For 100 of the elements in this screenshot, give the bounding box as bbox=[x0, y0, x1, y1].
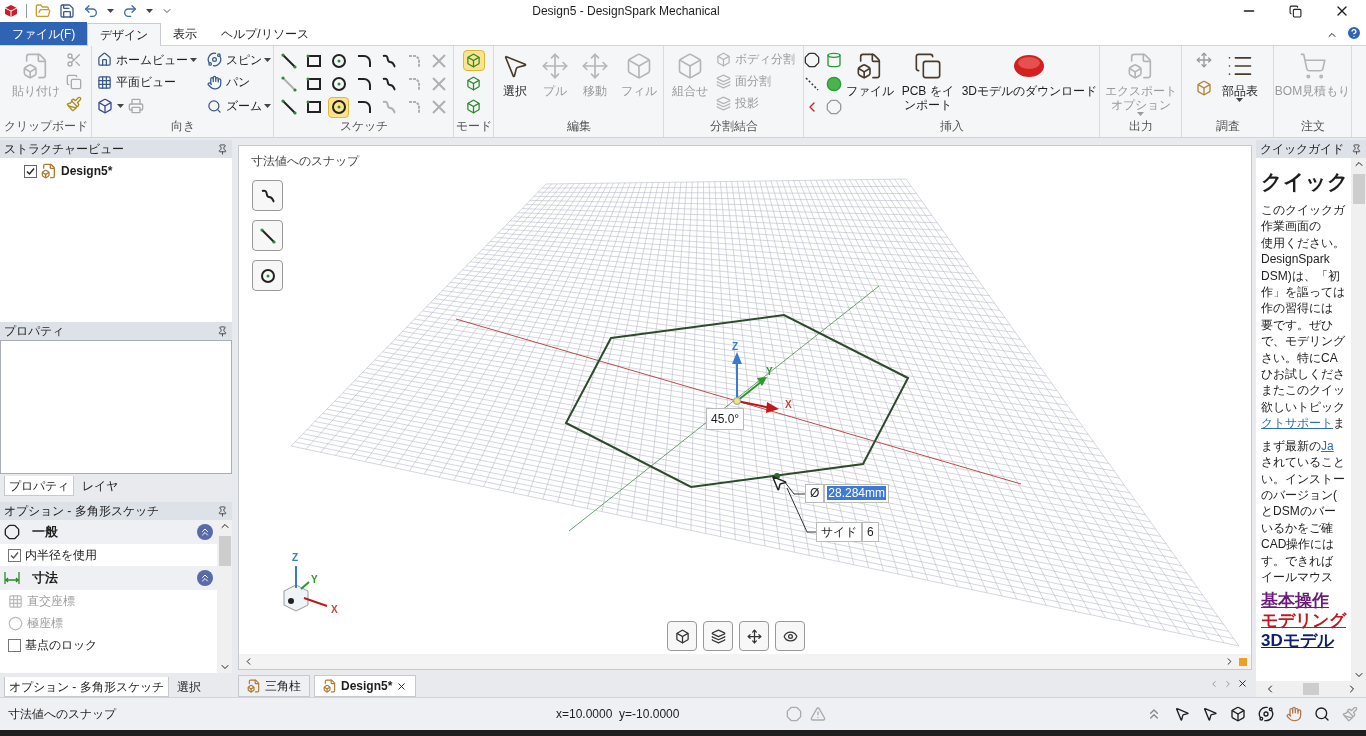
axis-label: Z bbox=[732, 341, 739, 352]
viewport-tool-button[interactable] bbox=[252, 220, 283, 251]
pointer-icon[interactable] bbox=[1202, 706, 1218, 722]
close-icon[interactable] bbox=[1237, 678, 1248, 689]
view-triad-drawing[interactable] bbox=[283, 565, 328, 612]
tool-button[interactable]: スピン bbox=[204, 48, 264, 71]
panel-tab[interactable]: 選択 bbox=[172, 677, 205, 697]
tool-button[interactable]: 平面ビュー bbox=[94, 71, 197, 94]
panel-tab[interactable]: レイヤ bbox=[78, 476, 122, 496]
ribbon-tab[interactable]: ファイル(F) bbox=[0, 22, 88, 45]
part-icon bbox=[323, 679, 337, 693]
pin-icon[interactable] bbox=[1351, 143, 1362, 155]
tool-button[interactable]: パン bbox=[204, 71, 271, 94]
cube-icon[interactable] bbox=[96, 97, 113, 114]
guide-link[interactable]: クトサポート bbox=[1261, 416, 1333, 431]
pointer-icon[interactable] bbox=[1174, 706, 1190, 722]
caret-icon bbox=[263, 104, 271, 109]
toolbar-button[interactable] bbox=[703, 621, 733, 651]
sketch-tool-button[interactable] bbox=[328, 96, 349, 118]
tool-button[interactable]: ホームビュー bbox=[94, 48, 190, 71]
checkbox[interactable] bbox=[8, 548, 21, 562]
window-title: Design5 - DesignSpark Mechanical bbox=[531, 3, 721, 20]
line-icon bbox=[279, 74, 298, 93]
scroll-thumb[interactable] bbox=[1303, 683, 1319, 695]
toolbar-button[interactable] bbox=[775, 621, 805, 651]
pin-icon[interactable] bbox=[217, 325, 228, 337]
panel-title: クイックガイド bbox=[1260, 141, 1344, 158]
brush-icon[interactable] bbox=[65, 96, 82, 112]
ribbon-tab[interactable]: ヘルプ/リソース bbox=[209, 22, 321, 45]
viewport-tool-button[interactable] bbox=[252, 260, 283, 291]
cylinder-icon[interactable] bbox=[825, 52, 842, 68]
status-message: 寸法値へのスナップ bbox=[8, 706, 116, 723]
orbit-icon[interactable] bbox=[1258, 706, 1274, 722]
redo-icon[interactable] bbox=[122, 3, 138, 19]
sides-field[interactable]: 6 bbox=[862, 522, 879, 542]
ribbon-tab[interactable]: 表示 bbox=[161, 22, 210, 45]
checkbox[interactable] bbox=[8, 638, 21, 652]
hand-icon bbox=[206, 74, 222, 90]
tool-button[interactable]: 3Dモデルのダウンロード bbox=[959, 48, 1099, 118]
scroll-thumb[interactable] bbox=[218, 536, 231, 566]
hand-icon[interactable] bbox=[1286, 706, 1302, 722]
axis-label: X bbox=[785, 399, 792, 410]
collapse-button[interactable] bbox=[197, 524, 213, 540]
tool-button[interactable]: ファイル bbox=[843, 48, 896, 118]
angle-field[interactable]: 45.0° bbox=[706, 408, 745, 430]
toolbar-button[interactable] bbox=[739, 621, 769, 651]
cube-icon bbox=[466, 99, 481, 114]
ribbon-tab[interactable]: デザイン bbox=[87, 23, 162, 46]
mode-button[interactable] bbox=[462, 50, 485, 71]
tool-button[interactable]: 選択 bbox=[498, 48, 531, 118]
undo-icon[interactable] bbox=[83, 3, 99, 19]
search-icon bbox=[206, 98, 222, 114]
3d-logo-icon bbox=[1012, 52, 1047, 80]
diameter-field[interactable]: 28.284mm bbox=[824, 484, 890, 503]
panel-title: オプション - 多角形スケッチ bbox=[4, 503, 159, 520]
viewport-tool-button[interactable] bbox=[252, 180, 283, 211]
guide-link[interactable]: 3Dモデル bbox=[1261, 631, 1346, 652]
save-icon[interactable] bbox=[59, 3, 75, 19]
guide-link[interactable]: 基本操作 bbox=[1261, 591, 1346, 612]
sphere-icon[interactable] bbox=[825, 75, 842, 92]
guide-paragraph: まず最新のJa されていること い。インストー のバージョン( とDSMのバー いるかをご確 CAD操作には す。できれば イールマウス bbox=[1261, 437, 1346, 586]
panel-tab[interactable]: オプション - 多角形スケッチ bbox=[4, 677, 169, 697]
sides-label: サイド bbox=[816, 522, 862, 542]
tool-button[interactable]: ズーム bbox=[204, 95, 264, 118]
pin-icon[interactable] bbox=[217, 143, 228, 155]
cube-icon bbox=[466, 76, 481, 91]
guide-link[interactable]: モデリング bbox=[1261, 611, 1346, 632]
folder-icon[interactable] bbox=[35, 3, 51, 19]
part-icon bbox=[247, 679, 261, 693]
document-tab[interactable]: Design5* bbox=[314, 675, 417, 697]
guide-link[interactable]: Ja bbox=[1321, 438, 1334, 453]
line-icon[interactable] bbox=[804, 75, 820, 92]
pin-icon[interactable] bbox=[217, 505, 228, 517]
caret-icon bbox=[189, 57, 197, 62]
search-icon[interactable] bbox=[1314, 706, 1330, 722]
part-icon[interactable] bbox=[41, 163, 57, 179]
snap-hint: 寸法値へのスナップ bbox=[251, 153, 359, 170]
tree-item[interactable]: Design5* bbox=[61, 162, 113, 180]
panel-title: プロパティ bbox=[4, 323, 64, 340]
caret-icon bbox=[116, 103, 124, 108]
move-gizmo[interactable] bbox=[732, 352, 779, 413]
panel-tab[interactable]: プロパティ bbox=[4, 476, 74, 496]
document-tab[interactable]: 三角柱 bbox=[238, 675, 310, 697]
group-label: モード bbox=[455, 118, 492, 134]
close-tab-icon[interactable] bbox=[396, 680, 408, 692]
orbit-icon bbox=[206, 52, 222, 68]
help-icon[interactable] bbox=[1346, 25, 1362, 41]
tool-button[interactable]: PCB をインポート bbox=[899, 48, 956, 118]
restore-icon[interactable] bbox=[1289, 4, 1302, 18]
double-chevron-icon bbox=[199, 572, 211, 584]
line-icon bbox=[258, 226, 277, 245]
scroll-thumb[interactable] bbox=[1352, 174, 1365, 204]
cube-icon[interactable] bbox=[1230, 706, 1246, 722]
tool-button[interactable]: 部品表 bbox=[1219, 48, 1260, 98]
grid-icon bbox=[96, 74, 112, 90]
app-logo-icon[interactable] bbox=[4, 4, 18, 18]
toolbar-button[interactable] bbox=[667, 621, 697, 651]
checkbox[interactable] bbox=[24, 164, 37, 178]
collapse-button[interactable] bbox=[197, 570, 213, 586]
cube-icon bbox=[466, 53, 481, 68]
